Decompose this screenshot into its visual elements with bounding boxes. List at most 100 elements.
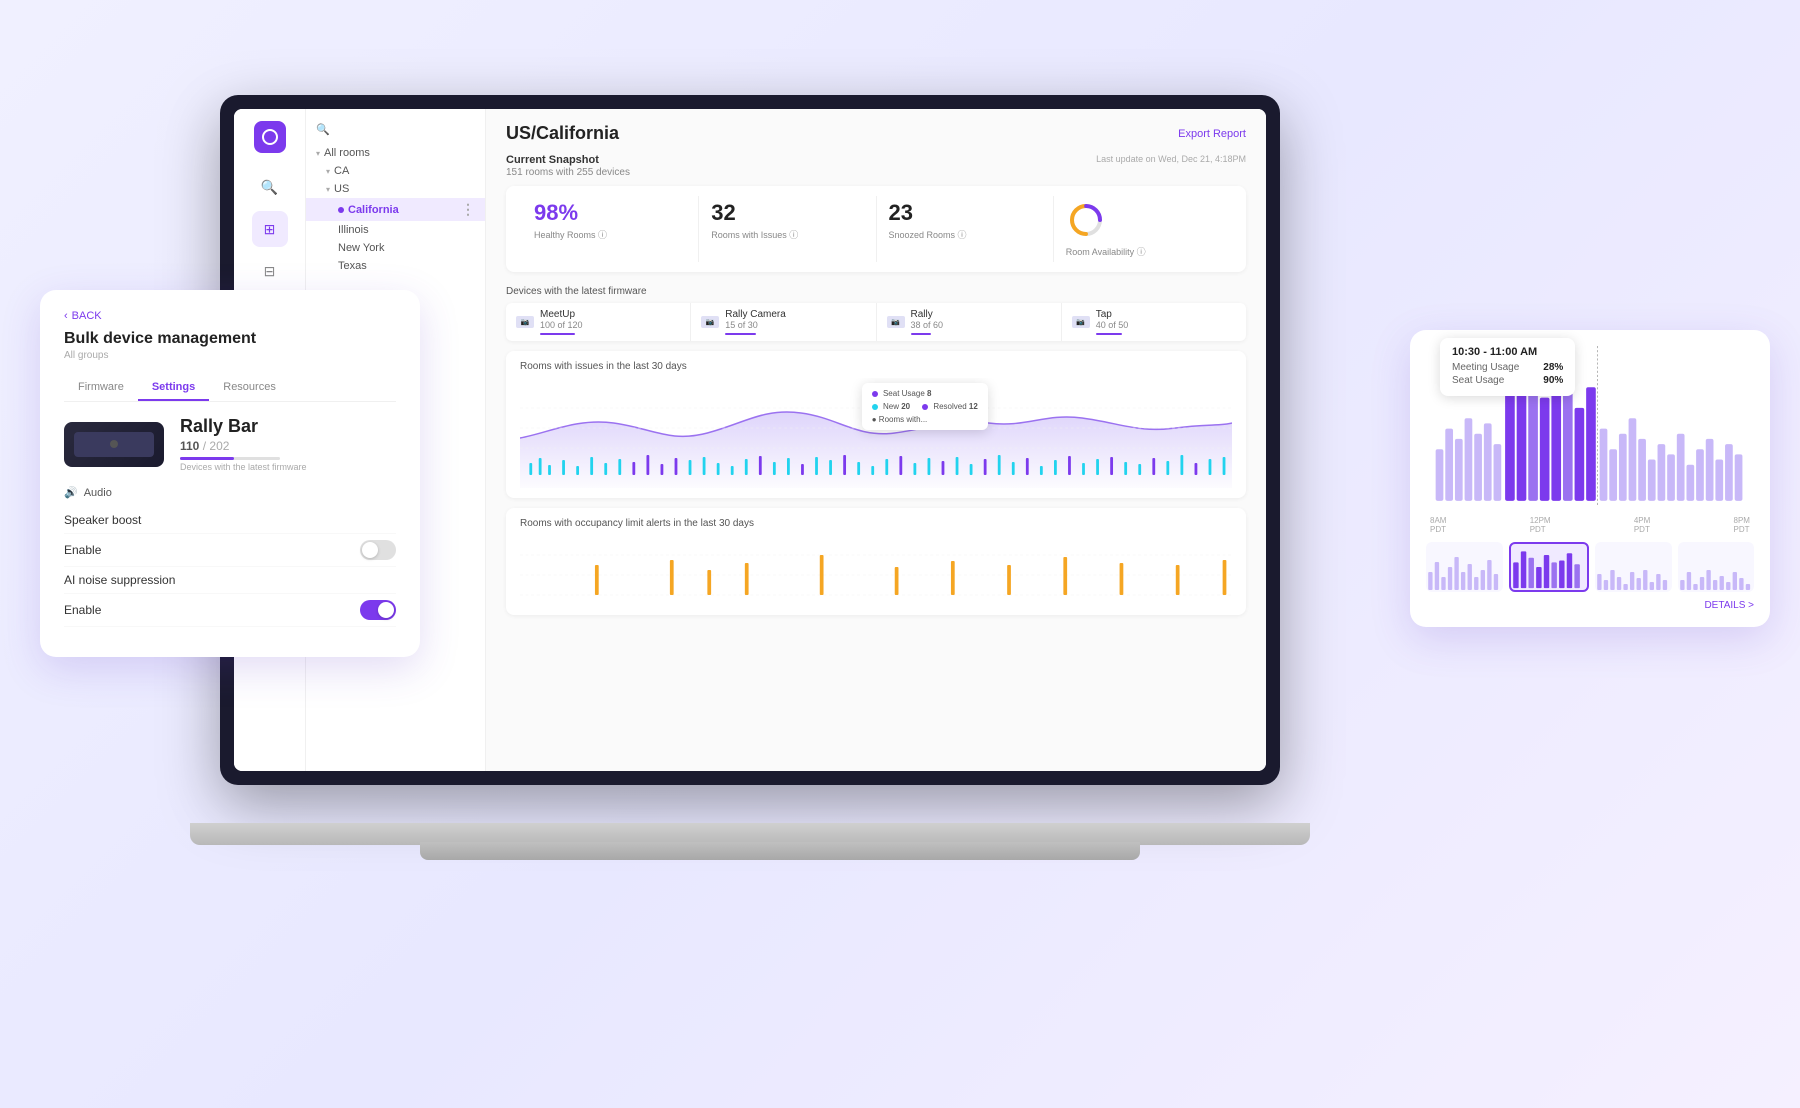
usage-small-4[interactable] (1678, 542, 1755, 592)
tab-firmware[interactable]: Firmware (64, 375, 138, 401)
nav-item-label: California (348, 204, 399, 216)
metric-room-availability: Room Availability ⓘ (1054, 196, 1230, 262)
tab-resources[interactable]: Resources (209, 375, 290, 401)
tooltip-seat-row: Seat Usage 90% (1452, 375, 1563, 386)
device-image (64, 422, 164, 467)
tooltip-resolved-label: Resolved 12 (922, 402, 978, 411)
device-total-slash: / (203, 439, 206, 453)
device-name: Rally Bar (180, 416, 307, 437)
device-count: 110 / 202 (180, 439, 307, 453)
sidebar-icon-dashboard[interactable]: ⊞ (252, 211, 288, 247)
speaker-boost-enable-label: Enable (64, 543, 101, 557)
fw-tab-meetup[interactable]: 📷 MeetUp 100 of 120 (506, 303, 691, 341)
tooltip-new-label: New 20 (872, 402, 910, 411)
back-arrow-icon: ‹ (64, 310, 68, 322)
arrow-icon: ▾ (326, 167, 330, 176)
back-button[interactable]: ‹ BACK (64, 310, 396, 322)
firmware-tabs: 📷 MeetUp 100 of 120 📷 Rally Camera (506, 303, 1246, 341)
metric-healthy-rooms: 98% Healthy Rooms ⓘ (522, 196, 699, 262)
fw-tab-rally-camera[interactable]: 📷 Rally Camera 15 of 30 (691, 303, 876, 341)
time-label-8am: 8AMPDT (1430, 516, 1446, 534)
issues-chart: Seat Usage 8 New 20 Resolved (520, 378, 1232, 488)
metrics-row: 98% Healthy Rooms ⓘ 32 Rooms with Issues… (506, 186, 1246, 272)
last-update: Last update on Wed, Dec 21, 4:18PM (1096, 154, 1246, 164)
nav-item-us[interactable]: ▾ US (306, 180, 485, 198)
fw-tab-tap[interactable]: 📷 Tap 40 of 50 (1062, 303, 1246, 341)
sidebar-icon-grid[interactable]: ⊟ (252, 253, 288, 289)
arrow-icon: ▾ (326, 185, 330, 194)
toggle-knob (378, 602, 394, 618)
nav-item-label: All rooms (324, 147, 370, 159)
details-link[interactable]: DETAILS > (1426, 600, 1754, 611)
tooltip-meeting-label: Meeting Usage (1452, 362, 1519, 373)
nav-item-label: New York (338, 242, 384, 254)
device-total-val: 202 (209, 439, 229, 453)
fw-progress-bar (911, 333, 931, 335)
tooltip-time: 10:30 - 11:00 AM (1452, 346, 1563, 358)
occupancy-chart-title: Rooms with occupancy limit alerts in the… (520, 518, 1232, 529)
nav-item-ca[interactable]: ▾ CA (306, 162, 485, 180)
chart-issues-tooltip: Seat Usage 8 New 20 Resolved (862, 383, 988, 430)
main-content: US/California Export Report Current Snap… (486, 109, 1266, 771)
rally-icon: 📷 (887, 316, 905, 328)
arrow-icon: ▾ (316, 149, 320, 158)
panel-tabs: Firmware Settings Resources (64, 375, 396, 402)
speaker-boost-row: Speaker boost (64, 507, 396, 534)
ai-noise-toggle[interactable] (360, 600, 396, 620)
fw-tab-name: Rally Camera (725, 309, 786, 320)
nav-item-california[interactable]: California ⋮ (306, 198, 485, 221)
occupancy-chart-svg (520, 535, 1232, 605)
app-logo[interactable] (254, 121, 286, 153)
firmware-section-label: Devices with the latest firmware (506, 286, 1246, 297)
search-icon: 🔍 (316, 123, 330, 136)
nav-item-all-rooms[interactable]: ▾ All rooms (306, 144, 485, 162)
time-label-8pm: 8PMPDT (1734, 516, 1750, 534)
nav-item-texas[interactable]: Texas (306, 257, 485, 275)
ai-noise-label: AI noise suppression (64, 573, 175, 587)
fw-tab-count: 38 of 60 (911, 320, 944, 330)
bulk-device-panel: ‹ BACK Bulk device management All groups… (40, 290, 420, 657)
snapshot-section: Current Snapshot 151 rooms with 255 devi… (506, 154, 1246, 178)
fw-tab-rally[interactable]: 📷 Rally 38 of 60 (877, 303, 1062, 341)
usage-time-labels: 8AMPDT 12PMPDT 4PMPDT 8PMPDT (1426, 516, 1754, 534)
ai-noise-enable-row: Enable (64, 594, 396, 627)
nav-item-illinois[interactable]: Illinois (306, 221, 485, 239)
main-header: US/California Export Report (506, 123, 1246, 144)
nav-item-new-york[interactable]: New York (306, 239, 485, 257)
usage-small-3[interactable] (1595, 542, 1672, 592)
panel-subtitle: All groups (64, 350, 396, 361)
more-icon[interactable]: ⋮ (461, 201, 475, 218)
metric-label: Healthy Rooms ⓘ (534, 228, 686, 241)
rally-camera-icon: 📷 (701, 316, 719, 328)
usage-small-1[interactable] (1426, 542, 1503, 592)
fw-tab-name: Tap (1096, 309, 1129, 320)
meetup-icon: 📷 (516, 316, 534, 328)
tooltip-new-val: 20 (901, 402, 910, 411)
nav-search[interactable]: 🔍 (306, 119, 485, 144)
toggle-knob (362, 542, 378, 558)
tooltip-rooms-with: ● Rooms with... (872, 415, 928, 424)
settings-section: 🔊 Audio Speaker boost Enable AI noise su… (64, 486, 396, 627)
fw-tab-name: Rally (911, 309, 944, 320)
export-report-button[interactable]: Export Report (1178, 128, 1246, 140)
tooltip-meeting-val: 28% (1543, 362, 1563, 373)
fw-progress-bar (540, 333, 575, 335)
sidebar-icon-search[interactable]: 🔍 (252, 169, 288, 205)
usage-small-2-selected[interactable] (1509, 542, 1590, 592)
tab-settings[interactable]: Settings (138, 375, 209, 401)
issues-chart-title: Rooms with issues in the last 30 days (520, 361, 1232, 372)
usage-small-charts[interactable] (1426, 542, 1754, 592)
purple-dot (872, 391, 878, 397)
time-label-4pm: 4PMPDT (1634, 516, 1650, 534)
speaker-boost-label: Speaker boost (64, 513, 141, 527)
metric-value: 98% (534, 200, 686, 226)
issues-chart-section: Rooms with issues in the last 30 days (506, 351, 1246, 498)
device-progress-label: Devices with the latest firmware (180, 462, 307, 472)
audio-icon: 🔊 (64, 486, 78, 499)
speaker-boost-toggle[interactable] (360, 540, 396, 560)
metric-value: 23 (889, 200, 1041, 226)
firmware-section: Devices with the latest firmware 📷 MeetU… (506, 286, 1246, 341)
fw-tab-name: MeetUp (540, 309, 583, 320)
usage-panel: 10:30 - 11:00 AM Meeting Usage 28% Seat … (1410, 330, 1770, 627)
fw-progress-bar (1096, 333, 1122, 335)
